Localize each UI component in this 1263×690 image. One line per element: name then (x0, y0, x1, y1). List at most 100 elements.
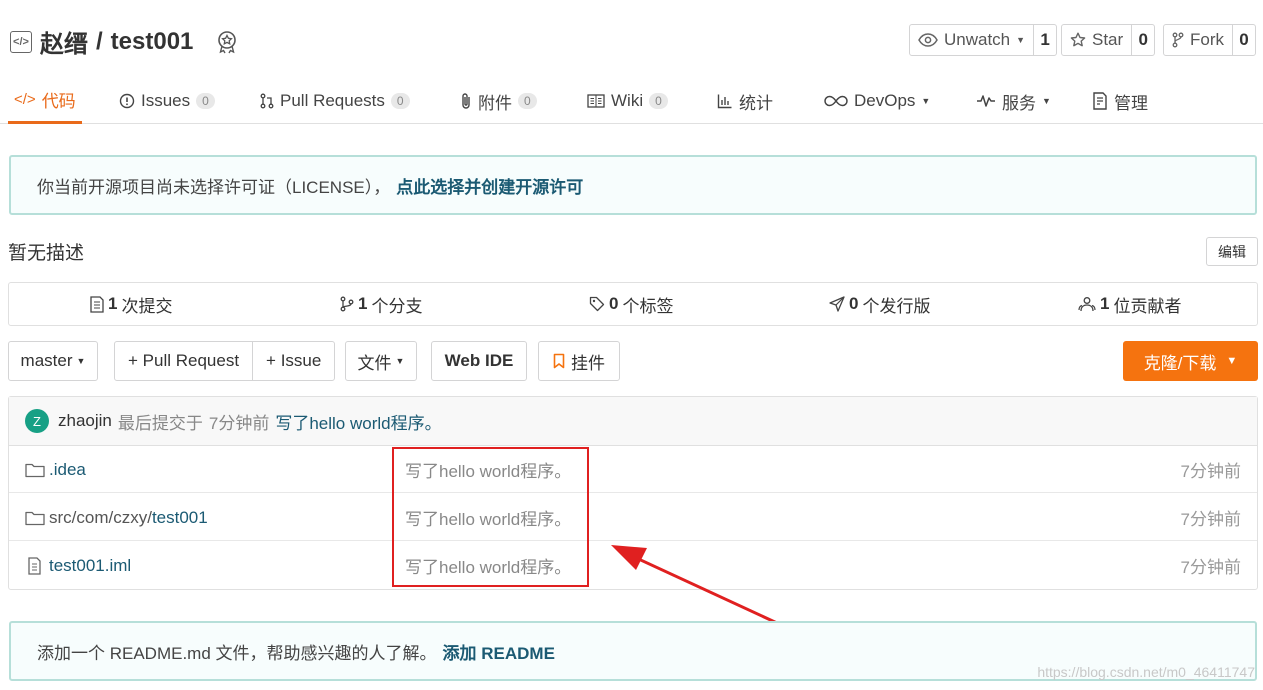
folder-icon (25, 510, 45, 526)
stat-label: 个分支 (371, 296, 423, 316)
stat-count: 1 (358, 294, 368, 313)
star-count[interactable]: 0 (1132, 25, 1154, 55)
issue-icon (119, 93, 135, 109)
settings-doc-icon (1092, 92, 1108, 110)
pulse-icon (976, 94, 996, 108)
fork-button-group[interactable]: Fork 0 (1163, 24, 1256, 56)
file-commit-time: 7分钟前 (1180, 462, 1241, 481)
chevron-down-icon: ▼ (76, 356, 86, 366)
tab-label: Pull Requests (280, 91, 385, 110)
star-button-group[interactable]: Star 0 (1061, 24, 1156, 56)
stat-contributors[interactable]: 1 位贡献者 (1078, 283, 1181, 325)
stat-releases[interactable]: 0 个发行版 (829, 283, 930, 325)
fork-icon (1172, 32, 1184, 48)
tab-count: 0 (518, 93, 537, 109)
watermark: https://blog.csdn.net/m0_46411747 (1037, 664, 1255, 680)
file-name-link[interactable]: .idea (25, 446, 86, 493)
stat-count: 0 (849, 294, 859, 313)
repo-name[interactable]: test001 (111, 28, 194, 56)
tab-devops[interactable]: DevOps ▼ (824, 78, 930, 124)
watch-button[interactable]: Unwatch ▼ (910, 25, 1035, 55)
tab-attachments[interactable]: 附件 0 (460, 78, 537, 124)
readme-notice-text: 添加一个 README.md 文件，帮助感兴趣的人了解。 (37, 643, 437, 663)
clone-download-button[interactable]: 克隆/下载 ▼ (1123, 341, 1258, 381)
file-name-link[interactable]: src/com/czxy/test001 (25, 494, 208, 541)
license-notice-text: 你当前开源项目尚未选择许可证（LICENSE）， (37, 177, 391, 197)
commit-action: 最后提交于 (117, 413, 203, 433)
widget-button[interactable]: 挂件 (538, 341, 620, 381)
commit-author[interactable]: zhaojin (58, 411, 112, 431)
tab-code[interactable]: </> 代码 (8, 78, 82, 124)
repo-owner[interactable]: 赵缙 (40, 24, 88, 59)
star-label: Star (1092, 30, 1124, 49)
tab-count: 0 (196, 93, 215, 109)
watch-count[interactable]: 1 (1034, 25, 1056, 55)
attachment-icon (460, 92, 472, 110)
file-menu-button[interactable]: 文件 ▼ (345, 341, 417, 381)
fork-count[interactable]: 0 (1233, 25, 1255, 55)
tab-label: 管理 (1114, 93, 1148, 113)
tab-issues[interactable]: Issues 0 (119, 78, 215, 124)
tab-label: 附件 (478, 93, 512, 113)
fork-label: Fork (1190, 30, 1224, 49)
eye-icon (918, 33, 938, 47)
new-pull-request-button[interactable]: + Pull Request (115, 342, 254, 380)
star-button[interactable]: Star (1062, 25, 1133, 55)
create-license-link[interactable]: 点此选择并创建开源许可 (396, 173, 583, 198)
clone-download-label: 克隆/下载 (1143, 353, 1217, 373)
repo-separator: / (96, 27, 103, 55)
file-name: test001.iml (49, 555, 132, 575)
repo-stats-bar: 1 次提交 1 个分支 0 个标签 0 个发行版 1 位贡献者 (8, 282, 1258, 326)
file-path-prefix: src/com/czxy/ (49, 507, 152, 527)
branch-select-label: master (20, 351, 73, 370)
add-readme-link[interactable]: 添加 README (443, 639, 555, 664)
edit-description-button[interactable]: 编辑 (1206, 237, 1258, 266)
chevron-down-icon: ▼ (395, 356, 405, 366)
tab-pull-requests[interactable]: Pull Requests 0 (260, 78, 410, 124)
branch-select[interactable]: master ▼ (8, 341, 98, 381)
file-commit-time: 7分钟前 (1180, 558, 1241, 577)
tab-label: Issues (141, 91, 191, 110)
stat-count: 1 (108, 294, 118, 313)
tab-label: 服务 (1002, 93, 1036, 113)
branch-icon (340, 296, 354, 312)
tag-icon (589, 296, 605, 312)
avatar[interactable]: Z (25, 409, 49, 433)
contributors-icon (1078, 296, 1096, 312)
commit-time: 7分钟前 (208, 413, 270, 433)
file-name-link[interactable]: test001.iml (25, 542, 131, 589)
book-icon (587, 94, 605, 108)
web-ide-button[interactable]: Web IDE (431, 341, 527, 381)
chevron-down-icon: ▼ (1016, 35, 1026, 45)
stat-label: 个发行版 (862, 296, 931, 316)
file-name: .idea (49, 459, 86, 479)
repo-code-icon: </> (10, 30, 32, 53)
table-row: test001.iml 写了hello world程序。 7分钟前 (9, 542, 1257, 589)
infinity-icon (824, 95, 848, 107)
new-issue-button[interactable]: + Issue (253, 342, 334, 380)
tab-label: 代码 (41, 92, 76, 111)
table-row: .idea 写了hello world程序。 7分钟前 (9, 446, 1257, 493)
tab-settings[interactable]: 管理 (1092, 78, 1148, 124)
tab-stats[interactable]: 统计 (717, 78, 773, 124)
bookmark-icon (553, 353, 565, 369)
last-commit-row: Z zhaojin 最后提交于 7分钟前 写了hello world程序。 (9, 397, 1257, 446)
tab-wiki[interactable]: Wiki 0 (587, 78, 668, 124)
tab-services[interactable]: 服务 ▼ (976, 78, 1051, 124)
stat-commits[interactable]: 1 次提交 (90, 283, 172, 325)
pull-request-icon (260, 93, 274, 109)
stat-tags[interactable]: 0 个标签 (589, 283, 673, 325)
fork-button[interactable]: Fork (1164, 25, 1233, 55)
file-table: Z zhaojin 最后提交于 7分钟前 写了hello world程序。 .i… (8, 396, 1258, 590)
chevron-down-icon: ▼ (1042, 96, 1051, 106)
widget-label: 挂件 (571, 353, 605, 373)
commit-icon (90, 295, 104, 313)
commit-message-link[interactable]: 写了hello world程序。 (275, 409, 441, 434)
folder-icon (25, 462, 45, 478)
stat-branches[interactable]: 1 个分支 (340, 283, 422, 325)
tab-label: 统计 (739, 93, 773, 113)
recommend-badge-icon[interactable] (215, 30, 239, 54)
annotation-highlight-box (392, 447, 589, 587)
watch-button-group[interactable]: Unwatch ▼ 1 (909, 24, 1058, 56)
repo-description: 暂无描述 (8, 243, 85, 264)
